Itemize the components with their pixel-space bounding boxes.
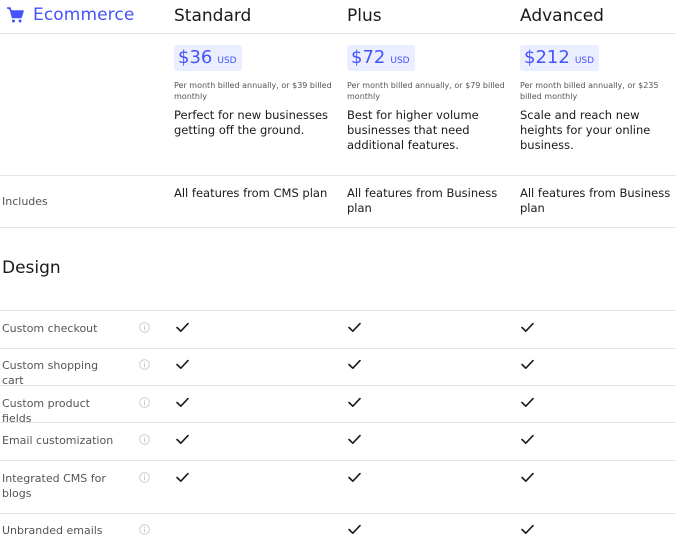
feature-label: Unbranded emails — [2, 524, 103, 537]
plan-name-standard: Standard — [174, 6, 252, 26]
price-currency: USD — [574, 56, 595, 66]
price-currency: USD — [217, 56, 237, 66]
divider — [0, 33, 676, 34]
check-icon — [176, 359, 189, 369]
billing-note: Per month billed annually, or $235 bille… — [520, 81, 659, 101]
feature-label: Custom checkout — [2, 322, 98, 335]
feature-label: Custom shopping cart — [2, 359, 99, 387]
billing-note: Per month billed annually, or $39 billed… — [174, 81, 332, 101]
divider — [0, 513, 676, 514]
check-icon — [521, 524, 534, 534]
includes-standard: All features from CMS plan — [174, 186, 328, 200]
price-amount: $72 — [351, 47, 386, 68]
section-title: Design — [2, 258, 61, 278]
feature-label: Email customization — [2, 434, 114, 447]
plan-description: Best for higher volume businesses that n… — [347, 108, 479, 152]
price-currency: USD — [390, 56, 410, 66]
check-icon — [176, 322, 189, 332]
divider — [0, 348, 676, 349]
check-icon — [348, 322, 361, 332]
price-badge-advanced: $212 USD — [520, 45, 600, 71]
includes-advanced: All features from Business plan — [520, 186, 671, 215]
plan-description: Perfect for new businesses getting off t… — [174, 108, 329, 137]
plan-description: Scale and reach new heights for your onl… — [520, 108, 651, 152]
check-icon — [348, 359, 361, 369]
cart-icon — [7, 7, 24, 23]
check-icon — [176, 397, 189, 407]
info-icon[interactable] — [139, 472, 150, 483]
divider — [0, 422, 676, 423]
brand: Ecommerce — [6, 5, 134, 25]
divider — [0, 385, 676, 386]
info-icon[interactable] — [139, 322, 150, 333]
price-amount: $212 — [524, 47, 570, 68]
plan-name-advanced: Advanced — [520, 6, 604, 26]
billing-note: Per month billed annually, or $79 billed… — [347, 81, 505, 101]
divider — [0, 460, 676, 461]
feature-label: Integrated CMS for blogs — [2, 472, 106, 500]
check-icon — [348, 524, 361, 534]
check-icon — [521, 472, 534, 482]
check-icon — [176, 434, 189, 444]
info-icon[interactable] — [139, 397, 150, 408]
check-icon — [348, 472, 361, 482]
info-icon[interactable] — [139, 434, 150, 445]
price-badge-plus: $72 USD — [347, 45, 415, 71]
check-icon — [521, 434, 534, 444]
price-amount: $36 — [178, 47, 213, 68]
check-icon — [521, 359, 534, 369]
brand-label: Ecommerce — [33, 5, 135, 25]
divider — [0, 227, 676, 228]
divider — [0, 310, 676, 311]
includes-plus: All features from Business plan — [347, 186, 498, 215]
check-icon — [521, 397, 534, 407]
info-icon[interactable] — [139, 524, 150, 535]
price-badge-standard: $36 USD — [174, 45, 242, 71]
check-icon — [521, 322, 534, 332]
divider — [0, 175, 676, 176]
check-icon — [348, 397, 361, 407]
plan-name-plus: Plus — [347, 6, 382, 26]
check-icon — [176, 472, 189, 482]
check-icon — [348, 434, 361, 444]
info-icon[interactable] — [139, 359, 150, 370]
includes-label: Includes — [2, 195, 48, 208]
